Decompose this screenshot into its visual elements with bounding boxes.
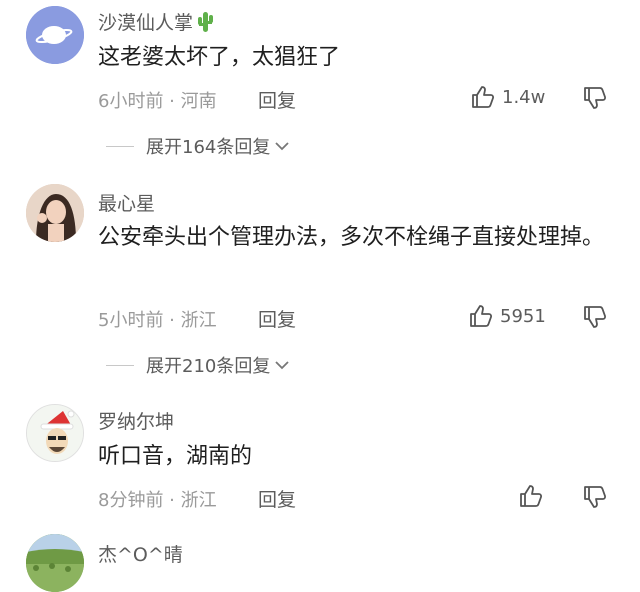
like-button[interactable] (518, 483, 544, 509)
username-text: 沙漠仙人掌 (98, 12, 194, 34)
expand-replies-button[interactable]: 展开164条回复 (106, 133, 290, 159)
expand-replies-label: 展开210条回复 (146, 356, 271, 377)
reply-button[interactable]: 回复 (258, 485, 296, 512)
username[interactable]: 最心星 (98, 189, 155, 216)
like-count: 1.4w (502, 86, 546, 108)
username[interactable]: 杰^O^晴 (98, 540, 183, 567)
thumbs-up-icon (472, 86, 495, 108)
santa-hat-avatar-icon (27, 405, 83, 461)
like-button[interactable]: 1.4w (470, 84, 545, 110)
cactus-emoji-icon (196, 10, 214, 37)
comment-meta: 5小时前 · 浙江 (98, 310, 217, 331)
expand-replies-button[interactable]: 展开210条回复 (106, 352, 290, 378)
thumbs-up-icon (520, 485, 543, 507)
reply-button[interactable]: 回复 (258, 305, 296, 332)
portrait-avatar-icon (26, 184, 84, 242)
username[interactable]: 沙漠仙人掌 (98, 8, 214, 37)
reply-button[interactable]: 回复 (258, 86, 296, 113)
thumbs-down-icon[interactable] (582, 304, 608, 330)
divider-line (106, 364, 134, 366)
like-count: 5951 (500, 305, 546, 327)
comment-meta: 8分钟前 · 浙江 (98, 490, 217, 511)
thumbs-up-icon (470, 305, 493, 327)
comment-meta: 6小时前 · 河南 (98, 91, 217, 112)
divider-line (106, 145, 134, 147)
comment-text: 这老婆太坏了，太猖狂了 (98, 45, 341, 70)
avatar[interactable] (26, 404, 84, 462)
thumbs-down-icon[interactable] (582, 484, 608, 510)
chevron-down-icon (275, 361, 289, 370)
chevron-down-icon (275, 142, 289, 151)
comment-text: 听口音，湖南的 (98, 444, 253, 469)
avatar[interactable] (26, 6, 84, 64)
username[interactable]: 罗纳尔坤 (98, 407, 174, 434)
comment-text: 公安牵头出个管理办法，多次不栓绳子直接处理掉。 (98, 225, 605, 250)
avatar[interactable] (26, 184, 84, 242)
planet-avatar-icon (26, 6, 84, 64)
expand-replies-label: 展开164条回复 (146, 137, 271, 158)
avatar[interactable] (26, 534, 84, 592)
like-button[interactable]: 5951 (468, 303, 546, 329)
thumbs-down-icon[interactable] (582, 85, 608, 111)
field-avatar-icon (26, 534, 84, 592)
